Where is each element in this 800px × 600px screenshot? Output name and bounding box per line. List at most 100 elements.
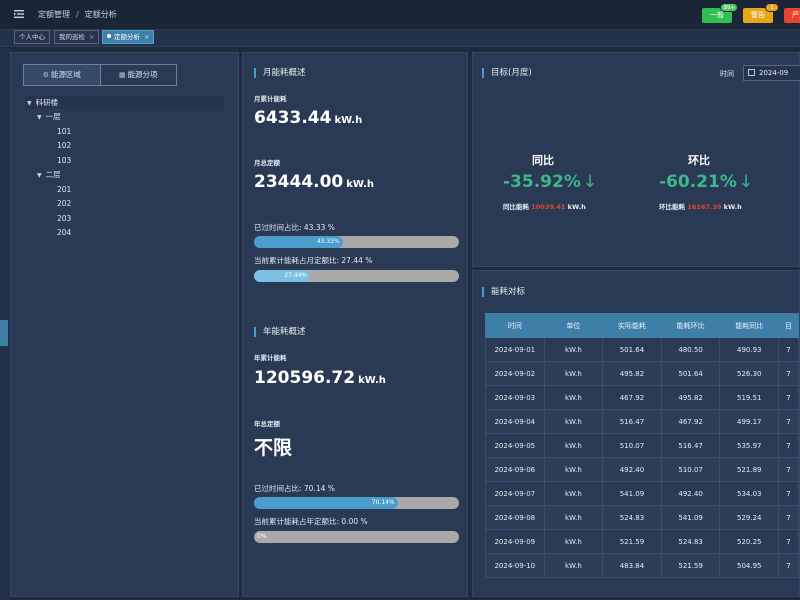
yearly-usage-progress: 0% bbox=[254, 531, 459, 543]
table-cell: 2024-09-08 bbox=[485, 505, 545, 530]
table-cell: 7 bbox=[778, 481, 799, 506]
side-nav-active-marker[interactable] bbox=[0, 320, 8, 346]
table-cell: 2024-09-06 bbox=[485, 457, 545, 482]
month-picker[interactable]: 2024-09 bbox=[743, 65, 800, 81]
breadcrumb-item[interactable]: 定额管理 bbox=[38, 10, 70, 19]
yearly-usage-pct-text: 当前累计能耗占年定额比: 0.00 % bbox=[254, 517, 368, 526]
energy-tree-panel: ⚙ 能源区域 ▦ 能源分项 ▼ 科研楼 ▼ 一层 101 102 103 ▼ 二层 201… bbox=[10, 52, 239, 597]
table-cell: 495.82 bbox=[602, 361, 662, 386]
close-icon[interactable]: × bbox=[144, 33, 149, 41]
table-row[interactable]: 2024-09-03 kW.h 467.92 495.82 519.51 7 bbox=[485, 385, 799, 410]
table-cell: 495.82 bbox=[660, 385, 721, 410]
table-cell: 541.09 bbox=[660, 505, 721, 530]
table-row[interactable]: 2024-09-10 kW.h 483.84 521.59 504.95 7 bbox=[485, 553, 799, 578]
tree-node-root[interactable]: ▼ 科研楼 bbox=[25, 96, 224, 109]
table-cell: kW.h bbox=[543, 433, 604, 458]
table-cell: 7 bbox=[778, 529, 799, 554]
monthly-time-pct-text: 已过时间占比: 43.33 % bbox=[254, 223, 335, 232]
benchmark-table: 时间 单位 实际能耗 能耗环比 能耗同比 目 2024-09-01 kW.h 501… bbox=[485, 313, 799, 578]
alarm-count-badge: 99+ bbox=[720, 3, 738, 12]
monthly-cum-value: 6433.44 kW.h bbox=[254, 108, 363, 128]
table-cell: kW.h bbox=[543, 553, 604, 578]
yearly-time-pct-text: 已过时间占比: 70.14 % bbox=[254, 484, 335, 493]
tree-node-room[interactable]: 203 bbox=[57, 212, 71, 225]
tree-node-room[interactable]: 202 bbox=[57, 197, 71, 210]
table-cell: 541.09 bbox=[602, 481, 662, 506]
warning-count-badge: 1 bbox=[765, 3, 779, 12]
yearly-quota-value: 不限 bbox=[254, 437, 293, 459]
table-cell: 492.40 bbox=[660, 481, 721, 506]
table-cell: 2024-09-04 bbox=[485, 409, 545, 434]
table-cell: 7 bbox=[778, 505, 799, 530]
tab-my-inspection[interactable]: 我的巡检 × bbox=[54, 30, 100, 44]
table-cell: 510.07 bbox=[660, 457, 721, 482]
progress-label: 70.14% bbox=[371, 499, 395, 506]
table-row[interactable]: 2024-09-02 kW.h 495.82 501.64 526.30 7 bbox=[485, 361, 799, 386]
table-row[interactable]: 2024-09-08 kW.h 524.83 541.09 529.24 7 bbox=[485, 505, 799, 530]
tree-mode-switch: ⚙ 能源区域 ▦ 能源分项 bbox=[23, 64, 177, 86]
tab-personal-center[interactable]: 个人中心 bbox=[14, 30, 50, 44]
table-row[interactable]: 2024-09-04 kW.h 516.47 467.92 499.17 7 bbox=[485, 409, 799, 434]
calendar-icon bbox=[748, 69, 755, 76]
close-icon[interactable]: × bbox=[89, 33, 94, 41]
yearly-section-title: 年能耗概述 bbox=[254, 327, 306, 337]
caret-down-icon[interactable]: ▼ bbox=[27, 97, 32, 110]
tree-node-room[interactable]: 101 bbox=[57, 125, 71, 138]
tab-quota-analysis[interactable]: 定额分析 × bbox=[102, 30, 155, 44]
table-cell: kW.h bbox=[543, 337, 604, 362]
grid-icon: ▦ bbox=[118, 71, 126, 79]
tree-node-floor-1[interactable]: ▼ 一层 bbox=[37, 110, 61, 123]
table-cell: 2024-09-01 bbox=[485, 337, 545, 362]
table-cell: 504.95 bbox=[719, 553, 780, 578]
alarm-warning-button[interactable]: 警告 1 bbox=[743, 3, 779, 23]
table-cell: 521.59 bbox=[660, 553, 721, 578]
menu-toggle-icon[interactable] bbox=[14, 9, 24, 19]
table-row[interactable]: 2024-09-09 kW.h 521.59 524.83 520.25 7 bbox=[485, 529, 799, 554]
column-header: 目 bbox=[778, 313, 799, 338]
target-section-title: 目标(月度) bbox=[482, 68, 532, 78]
alarm-general-button[interactable]: 一般 99+ bbox=[702, 3, 738, 23]
table-cell: 499.17 bbox=[719, 409, 780, 434]
tree-node-room[interactable]: 103 bbox=[57, 154, 71, 167]
table-cell: 2024-09-03 bbox=[485, 385, 545, 410]
mom-title: 环比 bbox=[688, 154, 710, 167]
tree-node-room[interactable]: 204 bbox=[57, 226, 71, 239]
tree-node-room[interactable]: 102 bbox=[57, 139, 71, 152]
table-cell: kW.h bbox=[543, 361, 604, 386]
caret-down-icon[interactable]: ▼ bbox=[37, 169, 42, 182]
table-row[interactable]: 2024-09-06 kW.h 492.40 510.07 521.89 7 bbox=[485, 457, 799, 482]
yearly-cum-label: 年累计能耗 bbox=[254, 354, 287, 362]
tree-node-floor-2[interactable]: ▼ 二层 bbox=[37, 168, 61, 181]
energy-item-tab[interactable]: ▦ 能源分项 bbox=[101, 65, 177, 85]
table-cell: 7 bbox=[778, 385, 799, 410]
yoy-title: 同比 bbox=[532, 154, 554, 167]
monthly-target-panel: 目标(月度) 时间 2024-09 同比 -35.92% ↓ 同比能耗 10039… bbox=[472, 52, 800, 267]
yearly-cum-value: 120596.72 kW.h bbox=[254, 368, 386, 388]
tree-node-room[interactable]: 201 bbox=[57, 183, 71, 196]
yoy-energy: 同比能耗 10039.41 kW.h bbox=[503, 203, 586, 211]
energy-area-tab[interactable]: ⚙ 能源区域 bbox=[24, 65, 101, 85]
yearly-quota-label: 年总定额 bbox=[254, 420, 280, 428]
table-row[interactable]: 2024-09-05 kW.h 510.07 516.47 535.97 7 bbox=[485, 433, 799, 458]
alarm-severe-button[interactable]: 严重 bbox=[784, 8, 800, 23]
time-label: 时间 bbox=[720, 70, 734, 78]
table-cell: kW.h bbox=[543, 505, 604, 530]
table-cell: 516.47 bbox=[602, 409, 662, 434]
table-cell: 520.25 bbox=[719, 529, 780, 554]
table-cell: 2024-09-05 bbox=[485, 433, 545, 458]
top-bar: 定额管理/定额分析 一般 99+ 警告 1 严重 bbox=[0, 0, 800, 30]
table-cell: 2024-09-10 bbox=[485, 553, 545, 578]
table-row[interactable]: 2024-09-07 kW.h 541.09 492.40 534.03 7 bbox=[485, 481, 799, 506]
column-header: 单位 bbox=[543, 313, 604, 338]
consumption-overview-panel: 月能耗概述 月累计能耗 6433.44 kW.h 月总定额 23444.00 kW.… bbox=[242, 52, 468, 597]
table-cell: 510.07 bbox=[602, 433, 662, 458]
mom-energy: 环比能耗 16167.39 kW.h bbox=[659, 203, 742, 211]
caret-down-icon[interactable]: ▼ bbox=[37, 111, 42, 124]
table-cell: 467.92 bbox=[602, 385, 662, 410]
table-row[interactable]: 2024-09-01 kW.h 501.64 480.50 490.93 7 bbox=[485, 337, 799, 362]
table-cell: kW.h bbox=[543, 481, 604, 506]
breadcrumb-current: 定额分析 bbox=[84, 10, 117, 19]
table-cell: 501.64 bbox=[660, 361, 721, 386]
table-cell: 467.92 bbox=[660, 409, 721, 434]
benchmark-table-panel: 能耗对标 时间 单位 实际能耗 能耗环比 能耗同比 目 2024-09-01 kW… bbox=[472, 270, 800, 597]
